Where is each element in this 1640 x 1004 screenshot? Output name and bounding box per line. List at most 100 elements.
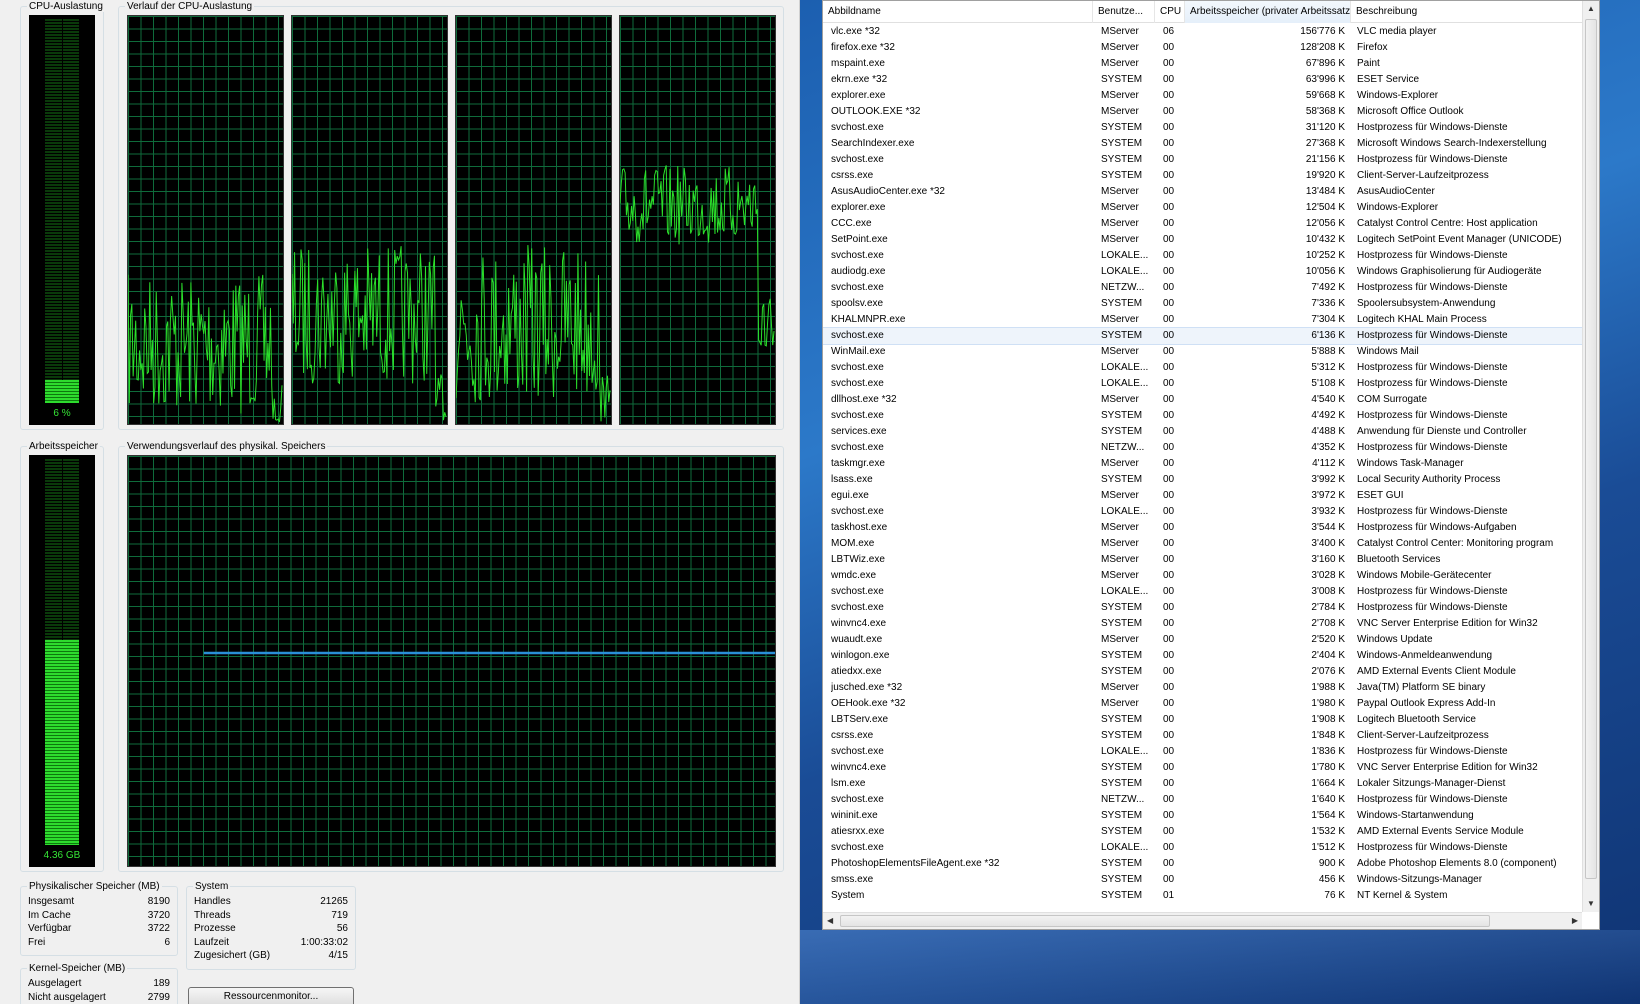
process-row[interactable]: mspaint.exe MServer 00 67'896 K Paint xyxy=(823,56,1582,72)
process-row[interactable]: vlc.exe *32 MServer 06 156'776 K VLC media p… xyxy=(823,24,1582,40)
process-row[interactable]: winvnc4.exe SYSTEM 00 2'708 K VNC Server Ent… xyxy=(823,616,1582,632)
process-memory: 1'512 K xyxy=(1311,842,1345,853)
process-row[interactable]: dllhost.exe *32 MServer 00 4'540 K COM Surro… xyxy=(823,392,1582,408)
process-name: lsass.exe xyxy=(831,474,873,485)
process-row[interactable]: lsm.exe SYSTEM 00 1'664 K Lokaler Sitzungs-M… xyxy=(823,776,1582,792)
process-description: Hostprozess für Windows-Dienste xyxy=(1357,586,1508,597)
process-cpu: 00 xyxy=(1163,538,1175,549)
horizontal-scroll-thumb[interactable] xyxy=(840,915,1490,927)
process-row[interactable]: svchost.exe LOKALE... 00 1'512 K Hostprozess… xyxy=(823,840,1582,856)
process-row[interactable]: svchost.exe LOKALE... 00 1'836 K Hostprozess… xyxy=(823,744,1582,760)
column-user[interactable]: Benutze... xyxy=(1093,1,1155,23)
vertical-scrollbar[interactable]: ▲ ▼ xyxy=(1582,1,1599,912)
process-row[interactable]: csrss.exe SYSTEM 00 1'848 K Client-Server-La… xyxy=(823,728,1582,744)
process-row[interactable]: svchost.exe SYSTEM 00 6'136 K Hostprozess fü… xyxy=(823,327,1582,345)
cpu-history-graph-core4 xyxy=(619,15,776,425)
process-memory: 1'988 K xyxy=(1311,682,1345,693)
process-memory: 59'668 K xyxy=(1305,90,1345,101)
process-row[interactable]: explorer.exe MServer 00 12'504 K Windows-Exp… xyxy=(823,200,1582,216)
process-row[interactable]: svchost.exe LOKALE... 00 10'252 K Hostprozes… xyxy=(823,248,1582,264)
process-row[interactable]: explorer.exe MServer 00 59'668 K Windows-Exp… xyxy=(823,88,1582,104)
process-row[interactable]: LBTWiz.exe MServer 00 3'160 K Bluetooth Serv… xyxy=(823,552,1582,568)
process-user: MServer xyxy=(1101,218,1139,229)
process-description: Windows-Sitzungs-Manager xyxy=(1357,874,1483,885)
process-row[interactable]: SearchIndexer.exe SYSTEM 00 27'368 K Microso… xyxy=(823,136,1582,152)
process-user: MServer xyxy=(1101,186,1139,197)
process-cpu: 00 xyxy=(1163,746,1175,757)
process-row[interactable]: OUTLOOK.EXE *32 MServer 00 58'368 K Microsof… xyxy=(823,104,1582,120)
process-memory: 13'484 K xyxy=(1305,186,1345,197)
process-user: SYSTEM xyxy=(1101,426,1143,437)
process-row[interactable]: winlogon.exe SYSTEM 00 2'404 K Windows-Anmel… xyxy=(823,648,1582,664)
process-row[interactable]: winvnc4.exe SYSTEM 00 1'780 K VNC Server Ent… xyxy=(823,760,1582,776)
process-row[interactable]: LBTServ.exe SYSTEM 00 1'908 K Logitech Bluet… xyxy=(823,712,1582,728)
horizontal-scrollbar[interactable]: ◀ ▶ xyxy=(823,912,1582,929)
process-row[interactable]: services.exe SYSTEM 00 4'488 K Anwendung für… xyxy=(823,424,1582,440)
process-row[interactable]: svchost.exe LOKALE... 00 3'932 K Hostprozess… xyxy=(823,504,1582,520)
process-row[interactable]: svchost.exe LOKALE... 00 5'108 K Hostprozess… xyxy=(823,376,1582,392)
process-row[interactable]: svchost.exe SYSTEM 00 2'784 K Hostprozess fü… xyxy=(823,600,1582,616)
column-description[interactable]: Beschreibung xyxy=(1351,1,1584,23)
scroll-left-icon[interactable]: ◀ xyxy=(827,915,833,927)
process-row[interactable]: WinMail.exe MServer 00 5'888 K Windows Mail xyxy=(823,344,1582,360)
process-row[interactable]: svchost.exe NETZW... 00 1'640 K Hostprozess … xyxy=(823,792,1582,808)
column-image-name[interactable]: Abbildname xyxy=(823,1,1093,23)
process-row[interactable]: csrss.exe SYSTEM 00 19'920 K Client-Server-L… xyxy=(823,168,1582,184)
process-name: egui.exe xyxy=(831,490,869,501)
process-row[interactable]: SetPoint.exe MServer 00 10'432 K Logitech Se… xyxy=(823,232,1582,248)
process-row[interactable]: atiesrxx.exe SYSTEM 00 1'532 K AMD External … xyxy=(823,824,1582,840)
resource-monitor-button[interactable]: Ressourcenmonitor... xyxy=(188,987,354,1004)
process-row[interactable]: firefox.exe *32 MServer 00 128'208 K Firefox xyxy=(823,40,1582,56)
process-row[interactable]: egui.exe MServer 00 3'972 K ESET GUI xyxy=(823,488,1582,504)
process-row[interactable]: KHALMNPR.exe MServer 00 7'304 K Logitech KHA… xyxy=(823,312,1582,328)
process-row[interactable]: wmdc.exe MServer 00 3'028 K Windows Mobile-G… xyxy=(823,568,1582,584)
process-row[interactable]: svchost.exe LOKALE... 00 3'008 K Hostprozess… xyxy=(823,584,1582,600)
process-row[interactable]: PhotoshopElementsFileAgent.exe *32 SYSTEM… xyxy=(823,856,1582,872)
vertical-scroll-thumb[interactable] xyxy=(1585,19,1597,879)
process-row[interactable]: ekrn.exe *32 SYSTEM 00 63'996 K ESET Service xyxy=(823,72,1582,88)
process-cpu: 00 xyxy=(1163,650,1175,661)
process-row[interactable]: smss.exe SYSTEM 00 456 K Windows-Sitzungs-Ma… xyxy=(823,872,1582,888)
process-row[interactable]: AsusAudioCenter.exe *32 MServer 00 13'484 K… xyxy=(823,184,1582,200)
process-cpu: 00 xyxy=(1163,698,1175,709)
process-row[interactable]: wuaudt.exe MServer 00 2'520 K Windows Update xyxy=(823,632,1582,648)
process-row[interactable]: spoolsv.exe SYSTEM 00 7'336 K Spoolersubsyst… xyxy=(823,296,1582,312)
process-row[interactable]: svchost.exe SYSTEM 00 31'120 K Hostprozess f… xyxy=(823,120,1582,136)
process-memory: 1'564 K xyxy=(1311,810,1345,821)
process-row[interactable]: wininit.exe SYSTEM 00 1'564 K Windows-Starta… xyxy=(823,808,1582,824)
process-description: Hostprozess für Windows-Dienste xyxy=(1357,746,1508,757)
process-row[interactable]: System SYSTEM 01 76 K NT Kernel & System xyxy=(823,888,1582,904)
scroll-up-icon[interactable]: ▲ xyxy=(1587,3,1595,15)
process-description: Hostprozess für Windows-Aufgaben xyxy=(1357,522,1517,533)
process-row[interactable]: OEHook.exe *32 MServer 00 1'980 K Paypal Out… xyxy=(823,696,1582,712)
process-description: Hostprozess für Windows-Dienste xyxy=(1357,442,1508,453)
process-row[interactable]: audiodg.exe LOKALE... 00 10'056 K Windows Gr… xyxy=(823,264,1582,280)
process-row[interactable]: lsass.exe SYSTEM 00 3'992 K Local Security A… xyxy=(823,472,1582,488)
scroll-right-icon[interactable]: ▶ xyxy=(1572,915,1578,927)
physical-memory-group: Physikalischer Speicher (MB) Insgesamt 81… xyxy=(20,881,178,956)
process-row[interactable]: taskmgr.exe MServer 00 4'112 K Windows Task-… xyxy=(823,456,1582,472)
process-description: VNC Server Enterprise Edition for Win32 xyxy=(1357,618,1538,629)
process-description: AMD External Events Client Module xyxy=(1357,666,1516,677)
process-name: atiesrxx.exe xyxy=(831,826,885,837)
memory-usage-meter: 4.36 GB xyxy=(29,455,95,867)
process-row[interactable]: svchost.exe LOKALE... 00 5'312 K Hostprozess… xyxy=(823,360,1582,376)
process-row[interactable]: svchost.exe SYSTEM 00 4'492 K Hostprozess fü… xyxy=(823,408,1582,424)
scroll-down-icon[interactable]: ▼ xyxy=(1587,898,1595,910)
process-row[interactable]: svchost.exe SYSTEM 00 21'156 K Hostprozess f… xyxy=(823,152,1582,168)
process-memory: 156'776 K xyxy=(1300,26,1345,37)
process-row[interactable]: jusched.exe *32 MServer 00 1'988 K Java(TM) … xyxy=(823,680,1582,696)
process-row[interactable]: CCC.exe MServer 00 12'056 K Catalyst Control… xyxy=(823,216,1582,232)
process-row[interactable]: MOM.exe MServer 00 3'400 K Catalyst Control … xyxy=(823,536,1582,552)
process-row[interactable]: svchost.exe NETZW... 00 4'352 K Hostprozess … xyxy=(823,440,1582,456)
process-user: SYSTEM xyxy=(1101,410,1143,421)
process-memory: 1'532 K xyxy=(1311,826,1345,837)
process-name: jusched.exe *32 xyxy=(831,682,903,693)
process-row[interactable]: atiedxx.exe SYSTEM 00 2'076 K AMD External E… xyxy=(823,664,1582,680)
process-name: svchost.exe xyxy=(831,746,884,757)
process-row[interactable]: taskhost.exe MServer 00 3'544 K Hostprozess … xyxy=(823,520,1582,536)
column-cpu[interactable]: CPU xyxy=(1155,1,1185,23)
process-name: svchost.exe xyxy=(831,602,884,613)
process-row[interactable]: svchost.exe NETZW... 00 7'492 K Hostprozess … xyxy=(823,280,1582,296)
column-memory[interactable]: Arbeitsspeicher (privater Arbeitssatz) xyxy=(1185,1,1351,23)
